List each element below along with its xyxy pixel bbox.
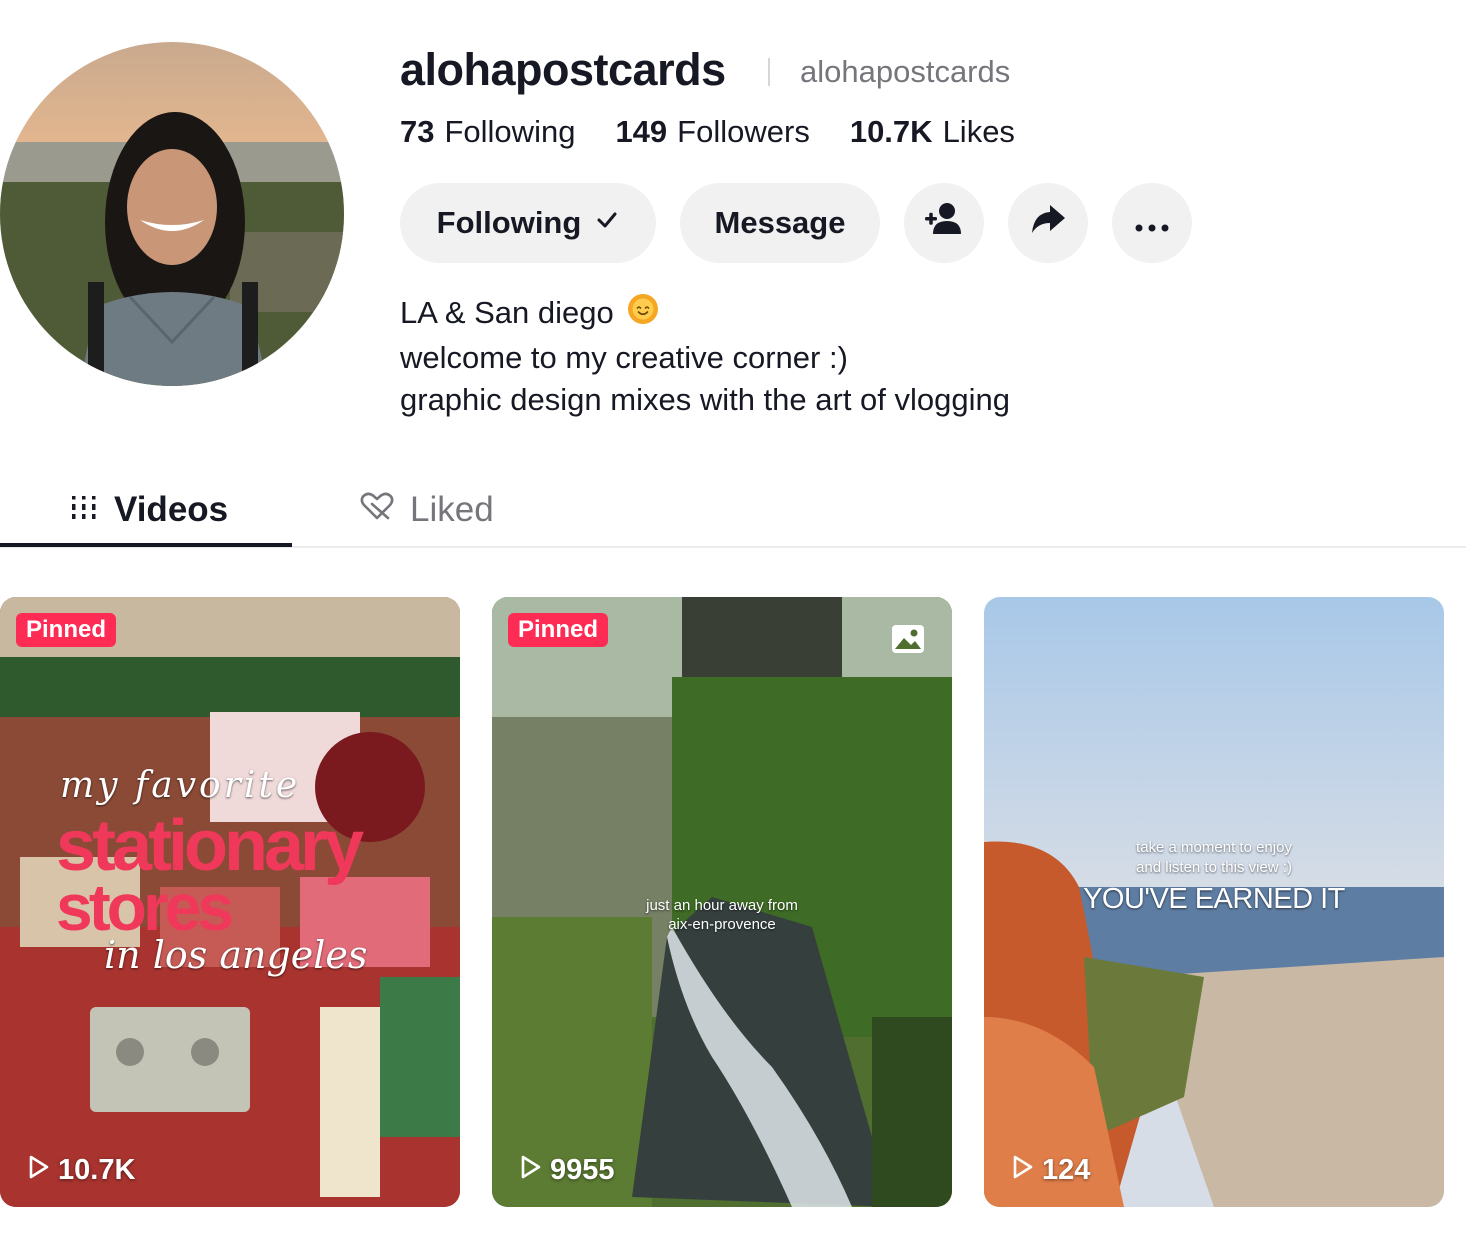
- message-button-label: Message: [714, 205, 846, 240]
- more-options-button[interactable]: [1112, 183, 1192, 263]
- profile-avatar[interactable]: [0, 42, 344, 386]
- overlay-my-favorite: my favorite: [60, 765, 301, 806]
- following-count: 73: [400, 114, 435, 149]
- following-stat[interactable]: 73 Following: [400, 114, 575, 150]
- add-user-icon: [923, 198, 965, 248]
- following-button[interactable]: Following: [400, 183, 656, 263]
- overlay-caption-line2: aix-en-provence: [668, 916, 776, 933]
- profile-nickname: alohapostcards: [800, 54, 1011, 89]
- bio-line-tagline: welcome to my creative corner :): [400, 340, 848, 376]
- view-count: 124: [1012, 1154, 1090, 1187]
- overlay-caption-line1: take a moment to enjoy: [1136, 839, 1292, 856]
- followers-count: 149: [615, 114, 668, 149]
- message-button[interactable]: Message: [680, 183, 880, 263]
- view-count-value: 124: [1042, 1154, 1091, 1186]
- likes-count: 10.7K: [849, 114, 933, 149]
- active-tab-indicator: [0, 543, 292, 547]
- tab-videos[interactable]: Videos: [70, 480, 228, 540]
- title-divider: [768, 58, 770, 86]
- view-count: 9955: [520, 1154, 615, 1187]
- video-card[interactable]: just an hour away from aix-en-provence P…: [492, 597, 952, 1207]
- tab-liked-label: Liked: [410, 490, 494, 529]
- overlay-caption-headline: YOU'VE EARNED IT: [1083, 883, 1345, 915]
- overlay-in-los-angeles: in los angeles: [104, 933, 368, 977]
- profile-bio: LA & San diego welcome to my creative co…: [400, 292, 1010, 421]
- play-icon: [520, 1154, 550, 1187]
- play-icon: [1012, 1154, 1042, 1187]
- view-count-value: 10.7K: [58, 1154, 136, 1186]
- liked-heart-hidden-icon: [360, 490, 410, 530]
- tab-liked[interactable]: Liked: [360, 480, 494, 540]
- followers-stat-label: Followers: [677, 114, 810, 149]
- view-count: 10.7K: [28, 1154, 135, 1187]
- pinned-badge: Pinned: [508, 613, 609, 647]
- overlay-caption-line2: and listen to this view :): [1136, 859, 1292, 876]
- profile-username: alohapostcards: [400, 44, 726, 95]
- pinned-badge: Pinned: [16, 613, 117, 647]
- likes-stat: 10.7K Likes: [850, 114, 1015, 150]
- bio-line-description: graphic design mixes with the art of vlo…: [400, 382, 1010, 418]
- followers-stat[interactable]: 149 Followers: [615, 114, 809, 150]
- share-arrow-icon: [1028, 199, 1068, 247]
- likes-stat-label: Likes: [942, 114, 1015, 149]
- bio-line-location: LA & San diego: [400, 295, 614, 330]
- smiling-sun-emoji-icon: [626, 292, 660, 337]
- profile-tabs: Videos Liked: [0, 470, 1466, 548]
- checkmark-icon: [595, 207, 619, 239]
- following-stat-label: Following: [444, 114, 576, 149]
- share-button[interactable]: [1008, 183, 1088, 263]
- video-card[interactable]: take a moment to enjoy and listen to thi…: [984, 597, 1444, 1207]
- following-button-label: Following: [436, 205, 582, 240]
- more-dots-icon: [1134, 205, 1170, 241]
- tab-videos-label: Videos: [114, 490, 229, 529]
- add-friend-button[interactable]: [904, 183, 984, 263]
- video-card[interactable]: my favorite stationary stores in los ang…: [0, 597, 460, 1207]
- overlay-caption-line1: just an hour away from: [646, 897, 798, 914]
- profile-stats: 73 Following 149 Followers 10.7K Likes: [400, 114, 1015, 150]
- play-icon: [28, 1154, 58, 1187]
- videos-grid-icon: [70, 490, 114, 530]
- view-count-value: 9955: [550, 1154, 615, 1186]
- photo-post-icon: [890, 623, 926, 660]
